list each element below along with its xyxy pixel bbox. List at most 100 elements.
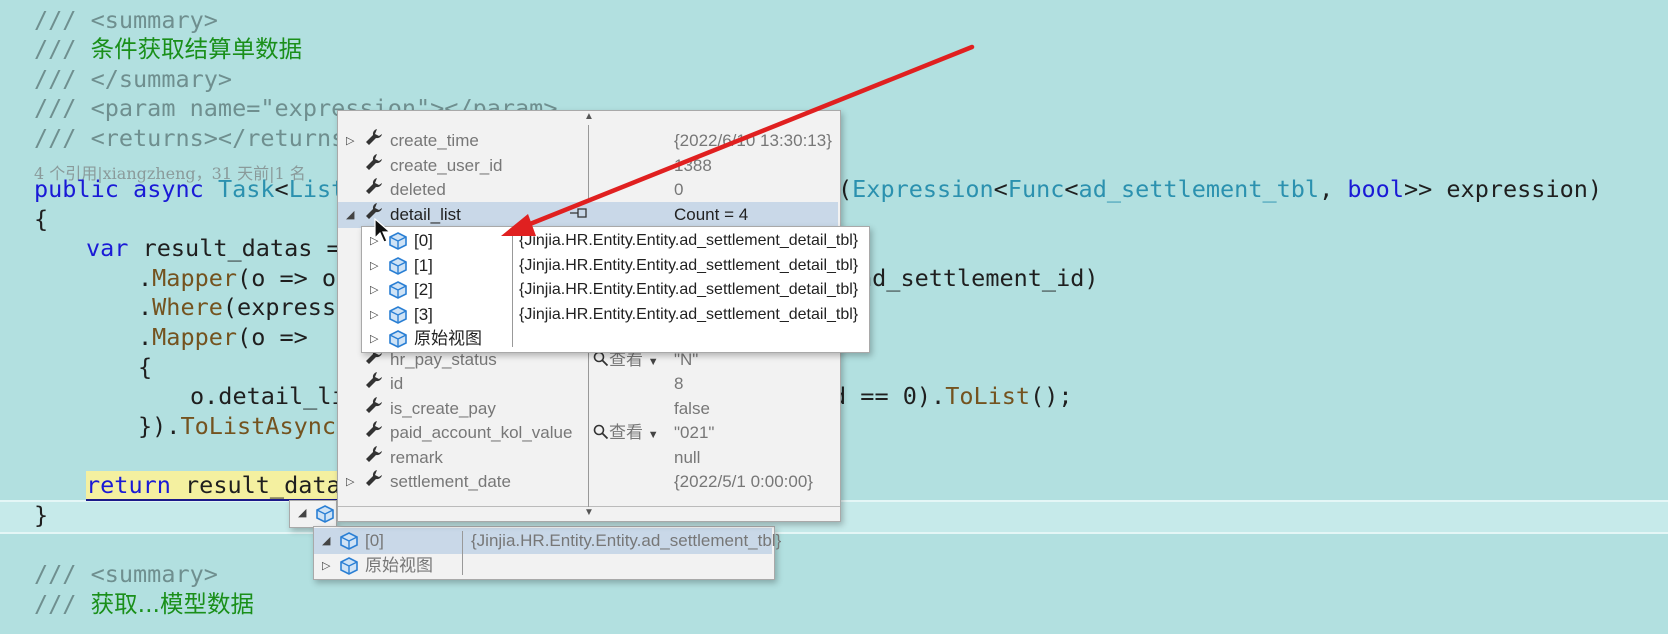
doc-comment-summary-close: /// </summary> xyxy=(34,65,233,93)
doc-comment-description-2: /// 获取...模型数据 xyxy=(34,588,254,620)
datatip-result-datas-list[interactable]: ◢ [0] {Jinjia.HR.Entity.Entity.ad_settle… xyxy=(313,526,781,580)
expand-arrow-icon[interactable]: ▷ xyxy=(370,302,378,328)
column-divider xyxy=(462,531,463,575)
expand-arrow-icon[interactable]: ▷ xyxy=(346,469,354,495)
object-cube-icon xyxy=(389,305,407,324)
wrench-icon xyxy=(364,395,384,422)
expand-arrow-icon[interactable]: ▷ xyxy=(322,553,330,579)
field-row-detail-list[interactable]: ◢ detail_list Count = 4 xyxy=(338,202,838,228)
outer-row-raw-view[interactable]: ▷ 原始视图 xyxy=(314,553,772,579)
column-divider xyxy=(512,230,513,347)
detail-list-item[interactable]: ▷ [1] {Jinjia.HR.Entity.Entity.ad_settleme… xyxy=(362,253,867,279)
field-value: Count = 4 xyxy=(674,205,749,224)
field-name: remark xyxy=(390,448,443,467)
detail-list-assign: o.detail_li xyxy=(190,382,346,410)
method-tolist: ToList xyxy=(945,382,1031,410)
wrench-icon xyxy=(364,444,384,471)
detail-item-name: [3] xyxy=(414,304,433,324)
datatip-detail-list[interactable]: ▷ [0] {Jinjia.HR.Entity.Entity.ad_settleme… xyxy=(361,226,870,353)
brace-open: { xyxy=(34,205,49,233)
mapper-call-2: .Mapper(o => xyxy=(138,321,308,353)
doc-comment-summary-open-2: /// <summary> xyxy=(34,560,218,588)
field-row-id[interactable]: id 8 xyxy=(338,371,838,397)
detail-item-name: [0] xyxy=(414,231,433,250)
detail-item-name: [2] xyxy=(414,280,433,299)
object-cube-icon xyxy=(389,281,407,299)
scroll-down-icon[interactable]: ▼ xyxy=(338,506,840,521)
outer-row-name: [0] xyxy=(365,531,384,550)
mouse-cursor-icon xyxy=(374,218,392,243)
lambda: (o => o. xyxy=(237,264,351,292)
detail-item-name: 原始视图 xyxy=(414,329,482,348)
tolistasync-call: }).ToListAsync( xyxy=(138,410,350,442)
datatip-result-datas-header[interactable]: ◢ xyxy=(289,500,337,528)
kw-public: public xyxy=(34,175,119,203)
field-value: 8 xyxy=(674,374,684,393)
param-expression: >> expression) xyxy=(1403,175,1603,203)
expand-arrow-icon[interactable]: ▷ xyxy=(346,128,354,154)
field-name: paid_account_kol_value xyxy=(390,423,573,442)
return-value: result_datas xyxy=(170,471,355,499)
chevron-down-icon: ▼ xyxy=(647,429,659,441)
chevron-down-icon: ▼ xyxy=(647,356,659,368)
lt: < xyxy=(993,175,1008,203)
kw-async: async xyxy=(133,175,204,203)
dot: . xyxy=(138,293,153,321)
field-name: create_time xyxy=(390,131,479,150)
call-end: (); xyxy=(1030,382,1073,410)
dot: . xyxy=(138,264,153,292)
field-value: 1388 xyxy=(674,156,712,175)
var-result-datas: result_datas = xyxy=(128,234,355,262)
comment-description-text: 条件获取结算单数据 xyxy=(90,35,303,63)
type-settlement-tbl: ad_settlement_tbl xyxy=(1078,175,1320,203)
method-tolistasync: ToListAsync xyxy=(180,412,337,440)
field-name: id xyxy=(390,374,404,393)
field-value: {2022/6/10 13:30:13} xyxy=(674,131,832,150)
expand-arrow-icon[interactable]: ▷ xyxy=(370,277,378,303)
object-cube-icon xyxy=(316,505,334,523)
comment-prefix: /// xyxy=(34,590,91,618)
collapse-arrow-icon[interactable]: ◢ xyxy=(346,202,354,228)
field-row-settlement-date[interactable]: ▷ settlement_date {2022/5/1 0:00:00} xyxy=(338,469,838,495)
field-row-is-create-pay[interactable]: is_create_pay false xyxy=(338,396,838,422)
kw-return: return xyxy=(86,471,171,499)
field-value: 0 xyxy=(674,180,684,199)
wrench-icon xyxy=(364,176,384,203)
object-cube-icon xyxy=(340,532,358,550)
expand-arrow-icon[interactable]: ▷ xyxy=(370,326,378,352)
detail-list-raw-view[interactable]: ▷ 原始视图 xyxy=(362,326,867,352)
field-row-remark[interactable]: remark null xyxy=(338,445,838,471)
inner-brace-open: { xyxy=(138,353,153,381)
mapper-call-1-tail: ad_settlement_id) xyxy=(858,264,1099,292)
detail-list-item[interactable]: ▷ [3] {Jinjia.HR.Entity.Entity.ad_settleme… xyxy=(362,302,867,328)
var-declaration: var result_datas = xyxy=(86,232,355,264)
scroll-up-icon[interactable]: ▲ xyxy=(338,111,840,125)
lt: < xyxy=(1064,175,1079,203)
method-signature: public async Task<List< xyxy=(34,173,359,205)
type-expression: Expression xyxy=(852,175,994,203)
field-row-deleted[interactable]: deleted 0 xyxy=(338,177,838,203)
method-where: Where xyxy=(152,293,223,321)
field-value: {2022/5/1 0:00:00} xyxy=(674,472,813,491)
text-viewer-button[interactable]: 查看 ▼ xyxy=(593,420,659,448)
field-value: false xyxy=(674,399,710,418)
doc-comment-returns: /// <returns></returns> xyxy=(34,124,360,152)
field-row-paid-account-kol-value[interactable]: paid_account_kol_value 查看 ▼ "021" xyxy=(338,420,838,446)
return-statement: return result_datas xyxy=(86,469,355,501)
detail-list-assign-tail: d == 0).ToList(); xyxy=(832,380,1073,412)
field-name: is_create_pay xyxy=(390,399,496,418)
expand-arrow-icon[interactable]: ▷ xyxy=(370,253,378,279)
mapper-call-1: .Mapper(o => o. xyxy=(138,262,350,294)
collapse-arrow-icon[interactable]: ◢ xyxy=(298,506,306,519)
field-row-create-time[interactable]: ▷ create_time {2022/6/10 13:30:13} xyxy=(338,128,838,154)
collapse-arrow-icon[interactable]: ◢ xyxy=(322,528,330,554)
object-cube-icon xyxy=(389,330,407,348)
dot: . xyxy=(138,323,153,351)
detail-list-item[interactable]: ▷ [0] {Jinjia.HR.Entity.Entity.ad_settleme… xyxy=(362,228,867,254)
comment-prefix: /// xyxy=(34,35,91,63)
pin-icon[interactable] xyxy=(570,206,588,218)
detail-list-item[interactable]: ▷ [2] {Jinjia.HR.Entity.Entity.ad_settleme… xyxy=(362,277,867,303)
outer-row-0[interactable]: ◢ [0] {Jinjia.HR.Entity.Entity.ad_settle… xyxy=(314,528,781,554)
field-row-create-user-id[interactable]: create_user_id 1388 xyxy=(338,153,838,179)
kw-bool: bool xyxy=(1347,175,1404,203)
